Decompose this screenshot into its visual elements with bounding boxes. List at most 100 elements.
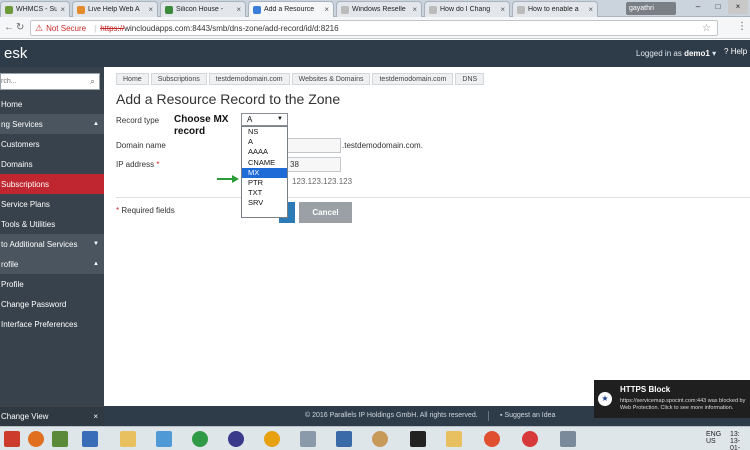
tab-favicon-icon [429,5,437,14]
browser-tab[interactable]: Live Help Web A × [72,1,158,17]
mail-icon[interactable] [522,431,538,447]
help-menu[interactable]: ? Help [724,47,747,56]
close-icon[interactable]: × [588,5,593,14]
breadcrumb-item[interactable]: testdemodomain.com [208,73,290,85]
back-icon[interactable]: ← [4,22,14,33]
sidebar-item-change-password[interactable]: Change Password [0,294,104,314]
filezilla-icon[interactable] [4,431,20,447]
breadcrumb-item[interactable]: DNS [455,73,485,85]
app-icon[interactable] [52,431,68,447]
sidebar-group-profile[interactable]: rofile ▲ [0,254,104,274]
tab-title: How do I Chang [440,6,491,13]
sidebar-item-profile[interactable]: Profile [0,274,104,294]
record-type-option-mx[interactable]: MX [242,167,287,178]
language-indicator[interactable]: ENG US [706,431,721,445]
breadcrumb-item[interactable]: Websites & Domains [291,73,371,85]
not-secure-label: Not Secure [46,23,87,33]
browser-tab[interactable]: How to enable a × [512,1,598,17]
sidebar-group-additional-services[interactable]: to Additional Services ▼ [0,234,104,254]
app-icon[interactable] [410,431,426,447]
chrome-icon[interactable] [264,431,280,447]
sidebar-item-home[interactable]: Home [0,94,104,114]
cancel-button[interactable]: Cancel [299,202,352,223]
tab-title: Silicon House - [176,6,224,13]
app-icon[interactable] [82,431,98,447]
sidebar-item-label: Profile [1,279,24,289]
breadcrumb-item[interactable]: Home [116,73,149,85]
close-icon[interactable]: × [500,5,505,14]
bookmark-star-icon[interactable]: ☆ [702,23,711,34]
folder-icon[interactable] [446,431,462,447]
shield-icon: ★ [598,392,612,406]
close-window-icon[interactable]: × [728,0,748,14]
lock-icon[interactable] [228,431,244,447]
close-icon[interactable]: × [148,5,153,14]
firefox-icon[interactable] [28,431,44,447]
sidebar-group-hosting-services[interactable]: ng Services ▲ [0,114,104,134]
calculator-icon[interactable] [300,431,316,447]
clock[interactable]: 13: 13-01- [730,431,750,450]
record-type-option[interactable]: PTR [242,178,287,188]
file-explorer-icon[interactable] [120,431,136,447]
search-icon[interactable]: ⌕ [90,76,95,87]
record-type-option[interactable]: CNAME [242,158,287,168]
sidebar-item-subscriptions[interactable]: Subscriptions [0,174,104,194]
sidebar-item-tools-utilities[interactable]: Tools & Utilities [0,214,104,234]
hangouts-icon[interactable] [192,431,208,447]
sidebar-item-interface-preferences[interactable]: Interface Preferences [0,314,104,334]
close-icon[interactable]: × [93,412,98,421]
tab-title: Live Help Web A [88,6,140,13]
ip-address-label-text: IP address [116,160,155,169]
tools-icon[interactable] [560,431,576,447]
copyright-text: © 2016 Parallels IP Holdings GmbH. All r… [305,412,478,419]
close-icon[interactable]: × [324,5,329,14]
logged-in-info: Logged in as demo1 ▾ [636,49,716,58]
main-content: Home Subscriptions testdemodomain.com We… [104,67,750,406]
user-menu[interactable]: demo1 [684,49,710,58]
browser-menu-icon[interactable]: ⋮ [737,21,747,32]
lightbulb-icon: ▪ [500,412,503,419]
tab-title: Add a Resource [264,6,315,13]
required-marker: * [116,206,120,215]
maximize-icon[interactable]: □ [708,0,728,14]
close-icon[interactable]: × [412,5,417,14]
browser-tab[interactable]: Windows Reselle × [336,1,422,17]
breadcrumb-item[interactable]: Subscriptions [150,73,207,85]
record-type-option[interactable]: SRV [242,198,287,208]
sidebar-item-domains[interactable]: Domains [0,154,104,174]
domain-name-field[interactable] [287,138,341,153]
suggest-idea-link[interactable]: ▪ Suggest an Idea [500,412,555,419]
close-icon[interactable]: × [60,5,65,14]
paint-icon[interactable] [372,431,388,447]
browser-tab[interactable]: WHMCS - Supp × [0,1,70,17]
url-field[interactable]: ⚠ Not Secure | https:// wincloudapps.com… [30,20,718,36]
sidebar-item-service-plans[interactable]: Service Plans [0,194,104,214]
browser-tab[interactable]: Silicon House - × [160,1,246,17]
tab-title: Windows Reselle [352,6,406,13]
close-icon[interactable]: × [236,5,241,14]
record-type-option[interactable]: NS [242,127,287,137]
browser-tab-active[interactable]: Add a Resource × [248,1,334,17]
record-type-option[interactable]: AAAA [242,147,287,157]
record-type-select[interactable]: A ▼ [241,113,288,126]
https-block-notification[interactable]: ★ HTTPS Block https://servicemap.spocint… [594,380,750,418]
change-view-button[interactable]: Change View × [0,406,104,426]
app-icon[interactable] [484,431,500,447]
ip-address-field[interactable]: 38 [287,157,341,172]
record-type-option[interactable]: TXT [242,188,287,198]
app-icon[interactable] [156,431,172,447]
search-input[interactable] [1,74,83,89]
app-icon[interactable] [336,431,352,447]
clock-date: 13-01- [730,438,741,450]
breadcrumb-item[interactable]: testdemodomain.com [372,73,454,85]
minimize-icon[interactable]: – [688,0,708,14]
sidebar-item-customers[interactable]: Customers [0,134,104,154]
sidebar-item-label: Home [1,99,23,109]
browser-profile-chip[interactable]: gayathri [626,2,676,15]
record-type-option[interactable]: A [242,137,287,147]
app-header: esk Logged in as demo1 ▾ ? Help [0,40,750,67]
chevron-down-icon[interactable]: ▾ [712,49,716,58]
reload-icon[interactable]: ↻ [16,22,24,33]
browser-tab[interactable]: How do I Chang × [424,1,510,17]
sidebar-search: ⌕ [0,73,100,90]
